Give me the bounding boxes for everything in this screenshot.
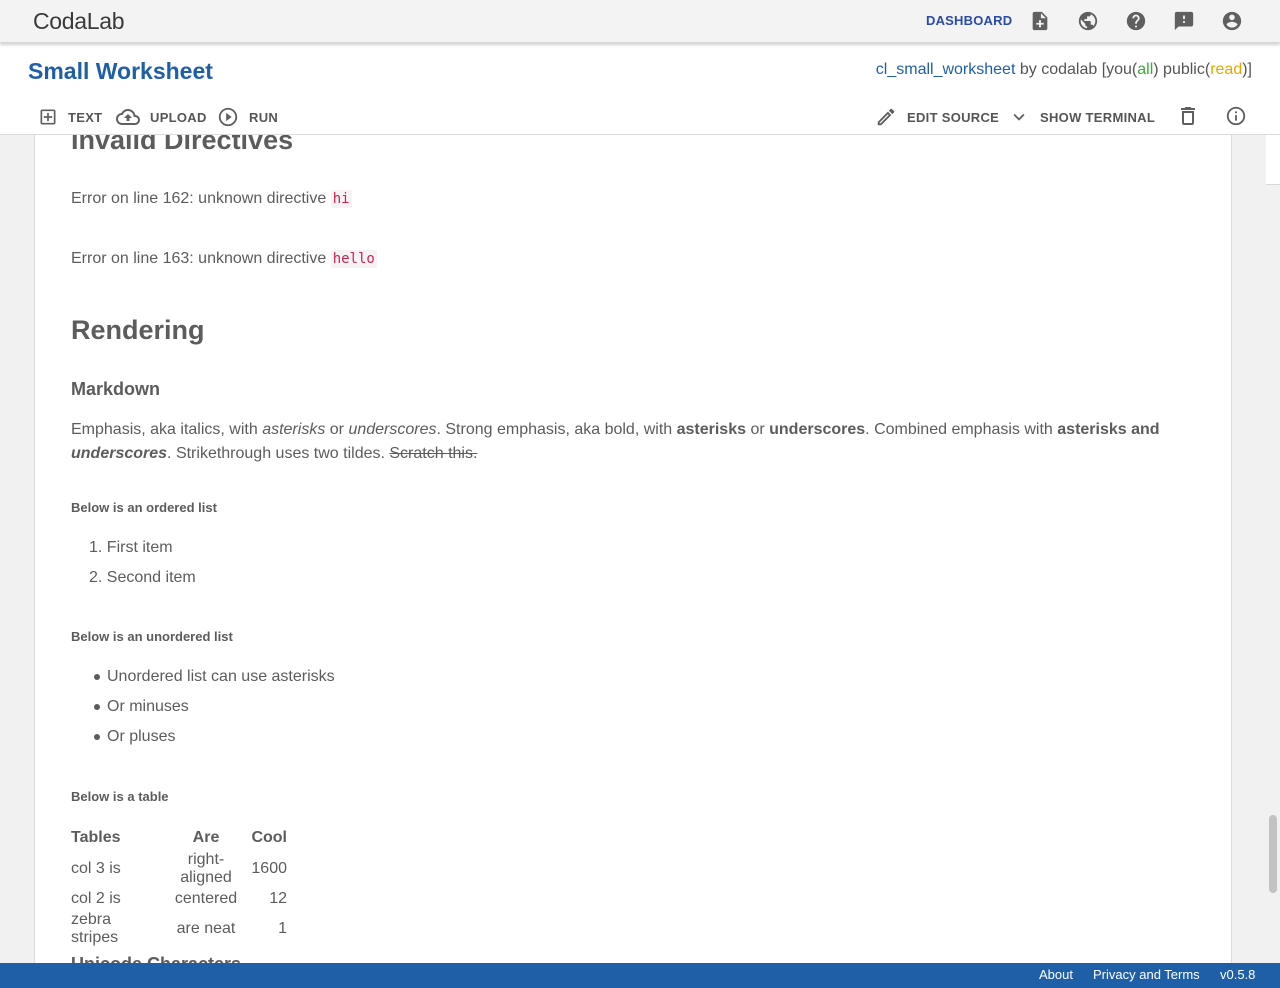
worksheet-uuid[interactable]: cl_small_worksheet: [876, 61, 1016, 78]
worksheet-header: Small Worksheet cl_small_worksheet by co…: [0, 43, 1280, 135]
md-text: . Strikethrough uses two tildes.: [167, 445, 390, 462]
error-line-162: Error on line 162: unknown directive hi: [71, 190, 352, 208]
edit-source-label: EDIT SOURCE: [907, 109, 1000, 125]
scrollbar-top-region: [1266, 135, 1280, 185]
bullet-dot: [94, 704, 100, 710]
error-line-163: Error on line 163: unknown directive hel…: [71, 250, 377, 268]
worksheet-owner: by codalab: [1019, 61, 1098, 78]
unordered-list-item: Or pluses: [107, 728, 176, 745]
edit-source-button[interactable]: EDIT SOURCE: [875, 105, 999, 129]
feedback-icon[interactable]: [1173, 10, 1195, 32]
md-text: or: [746, 421, 770, 438]
privacy-terms-link[interactable]: Privacy and Terms: [1093, 967, 1200, 982]
ordered-list-item: 2. Second item: [89, 569, 196, 587]
worksheet-body: Invalid Directives Error on line 162: un…: [34, 135, 1232, 963]
table-cell: col 3 is: [71, 860, 121, 877]
table-cell: centered: [174, 890, 238, 907]
version-label: v0.5.8: [1220, 967, 1256, 982]
dashboard-link[interactable]: DASHBOARD: [926, 13, 1012, 28]
add-box-icon: [40, 109, 56, 125]
logo-text: CodaLab: [33, 8, 125, 34]
top-navbar: CodaLab DASHBOARD: [0, 0, 1280, 43]
unordered-list-item: Unordered list can use asterisks: [107, 668, 335, 685]
markdown-table: Tables Are Cool col 3 is right-aligned 1…: [71, 825, 287, 947]
table-cell: 1: [278, 920, 287, 937]
globe-icon[interactable]: [1077, 10, 1099, 32]
unordered-list-item: Or minuses: [107, 698, 189, 715]
show-terminal-label: SHOW TERMINAL: [1040, 109, 1156, 125]
upload-button[interactable]: UPLOAD: [116, 105, 207, 129]
table-cell: right-aligned: [180, 851, 232, 886]
perm-read: read: [1210, 61, 1243, 78]
rendering-heading: Rendering: [71, 315, 205, 345]
invalid-directives-heading: Invalid Directives: [71, 135, 294, 155]
perm-mid: ) public(: [1153, 61, 1211, 78]
cloud-upload-icon: [116, 109, 140, 125]
delete-icon[interactable]: [1176, 104, 1200, 128]
md-bold: underscores: [769, 421, 866, 438]
show-terminal-button[interactable]: SHOW TERMINAL: [1008, 105, 1155, 129]
run-button[interactable]: RUN: [217, 105, 278, 129]
new-worksheet-icon[interactable]: [1029, 10, 1051, 32]
md-italic: asterisks: [262, 421, 326, 438]
perm-open: [you(: [1101, 61, 1138, 78]
text-button[interactable]: TEXT: [38, 105, 102, 129]
bullet-dot: [94, 674, 100, 680]
table-header-cell: Are: [192, 829, 220, 846]
table-heading: Below is a table: [71, 789, 169, 804]
item-number: 1.: [89, 539, 107, 556]
markdown-paragraph: Emphasis, aka italics, with asterisks or…: [71, 418, 1171, 466]
table-cell: zebra stripes: [71, 911, 119, 946]
pencil-icon: [877, 108, 895, 126]
error-code: hello: [330, 250, 377, 268]
md-text: or: [325, 421, 349, 438]
unordered-list-heading: Below is an unordered list: [71, 629, 233, 644]
table-header-cell: Cool: [251, 829, 287, 846]
md-bold: asterisks and: [1057, 421, 1160, 438]
error-code: hi: [330, 190, 352, 208]
md-text: . Strong emphasis, aka bold, with: [436, 421, 677, 438]
table-row: col 2 is centered 12: [71, 887, 287, 911]
table-row: col 3 is right-aligned 1600: [71, 851, 287, 887]
worksheet-title[interactable]: Small Worksheet: [28, 58, 213, 85]
error-text: Error on line 163: unknown directive: [71, 250, 331, 267]
footer-bar: About Privacy and Terms v0.5.8: [0, 963, 1280, 988]
item-number: 2.: [89, 569, 107, 586]
unicode-heading: Unicode Characters: [71, 954, 241, 963]
md-strikethrough: Scratch this.: [389, 445, 478, 462]
table-header-row: Tables Are Cool: [71, 825, 287, 851]
md-text: . Combined emphasis with: [865, 421, 1058, 438]
help-icon[interactable]: [1125, 10, 1147, 32]
item-text: First item: [106, 539, 173, 556]
run-button-label: RUN: [249, 109, 279, 125]
play-circle-icon: [218, 107, 238, 127]
table-row: zebra stripes are neat 1: [71, 911, 287, 947]
md-bold: asterisks: [676, 421, 746, 438]
item-text: Second item: [106, 569, 196, 586]
about-link[interactable]: About: [1039, 967, 1073, 982]
md-text: Emphasis, aka italics, with: [71, 421, 263, 438]
text-button-label: TEXT: [68, 109, 103, 125]
ordered-list-item: 1. First item: [89, 539, 173, 557]
error-text: Error on line 162: unknown directive: [71, 190, 331, 207]
info-icon[interactable]: [1225, 105, 1247, 127]
md-italic: underscores: [348, 421, 437, 438]
table-cell: col 2 is: [71, 890, 121, 907]
table-cell: are neat: [176, 920, 236, 937]
markdown-heading: Markdown: [71, 379, 161, 399]
scrollbar-thumb[interactable]: [1269, 815, 1277, 893]
table-cell: 12: [269, 890, 287, 907]
worksheet-meta: cl_small_worksheet by codalab [you(all) …: [876, 61, 1252, 79]
md-bold-italic: underscores: [71, 445, 168, 462]
codalab-logo[interactable]: CodaLab: [33, 8, 125, 35]
table-header-cell: Tables: [71, 829, 121, 846]
chevron-down-icon: [1013, 113, 1025, 121]
table-cell: 1600: [251, 860, 287, 877]
account-icon[interactable]: [1221, 10, 1243, 32]
perm-close: )]: [1242, 61, 1252, 78]
perm-all: all: [1137, 61, 1154, 78]
bullet-dot: [94, 734, 100, 740]
upload-button-label: UPLOAD: [150, 109, 207, 125]
ordered-list-heading: Below is an ordered list: [71, 500, 217, 515]
